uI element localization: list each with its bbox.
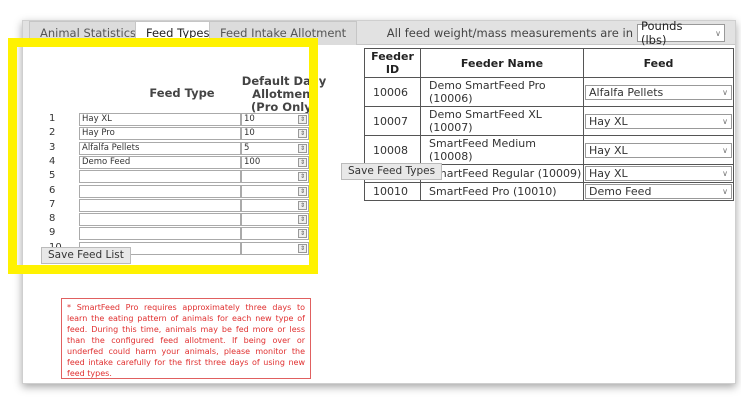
- feeder-name-cell: Demo SmartFeed Pro (10006): [420, 77, 584, 107]
- feed-select-value: Hay XL: [589, 167, 628, 180]
- feed-select-value: Demo Feed: [589, 185, 652, 198]
- units-select[interactable]: Pounds (lbs) ∨: [637, 19, 725, 47]
- feed-select-value: Hay XL: [589, 143, 628, 157]
- feed-cell: Hay XL ∨: [583, 135, 734, 165]
- chevron-down-icon: ∨: [722, 187, 728, 196]
- table-row: 10006 Demo SmartFeed Pro (10006) Alfalfa P…: [364, 77, 734, 107]
- units-select-value: Pounds (lbs): [641, 19, 683, 47]
- feeder-id-cell: 10007: [364, 106, 421, 136]
- feeder-name-cell: SmartFeed Regular (10009): [420, 164, 584, 183]
- column-header-feed: Feed: [583, 48, 734, 78]
- feeder-name-cell: Demo SmartFeed XL (10007): [420, 106, 584, 136]
- save-feed-types-button[interactable]: Save Feed Types: [341, 163, 443, 180]
- feeder-id-cell: 10008: [364, 135, 421, 165]
- feeder-id-cell: 10006: [364, 77, 421, 107]
- chevron-down-icon: ∨: [722, 145, 728, 155]
- feed-select-value: Hay XL: [589, 114, 628, 128]
- feed-select[interactable]: Alfalfa Pellets ∨: [585, 84, 732, 100]
- smartfeed-warning-note: * SmartFeed Pro requires approximately t…: [61, 298, 311, 379]
- chevron-down-icon: ∨: [722, 87, 728, 97]
- feed-select-value: Alfalfa Pellets: [589, 85, 664, 99]
- yellow-highlight-frame: [8, 38, 318, 274]
- feed-select[interactable]: Hay XL ∨: [585, 142, 732, 158]
- feed-cell: Hay XL ∨: [583, 164, 734, 183]
- feed-cell: Demo Feed ∨: [583, 182, 734, 201]
- units-selector-group: All feed weight/mass measurements are in…: [386, 19, 725, 47]
- feed-cell: Alfalfa Pellets ∨: [583, 77, 734, 107]
- column-header-feeder-id: Feeder ID: [364, 48, 421, 78]
- table-row: 10008 SmartFeed Medium (10008) Hay XL ∨: [364, 135, 734, 165]
- feeder-name-cell: SmartFeed Medium (10008): [420, 135, 584, 165]
- feed-select[interactable]: Hay XL ∨: [585, 166, 732, 181]
- feed-cell: Hay XL ∨: [583, 106, 734, 136]
- feeder-name-cell: SmartFeed Pro (10010): [420, 182, 584, 201]
- table-row: 10010 SmartFeed Pro (10010) Demo Feed ∨: [364, 182, 734, 201]
- table-row: 10007 Demo SmartFeed XL (10007) Hay XL ∨: [364, 106, 734, 136]
- feeder-id-cell: 10010: [364, 182, 421, 201]
- units-label: All feed weight/mass measurements are in: [386, 26, 633, 40]
- feed-select[interactable]: Hay XL ∨: [585, 113, 732, 129]
- feed-select[interactable]: Demo Feed ∨: [585, 184, 732, 199]
- chevron-down-icon: ∨: [722, 116, 728, 126]
- column-header-feeder-name: Feeder Name: [420, 48, 584, 78]
- chevron-down-icon: ∨: [715, 28, 721, 38]
- chevron-down-icon: ∨: [722, 169, 728, 178]
